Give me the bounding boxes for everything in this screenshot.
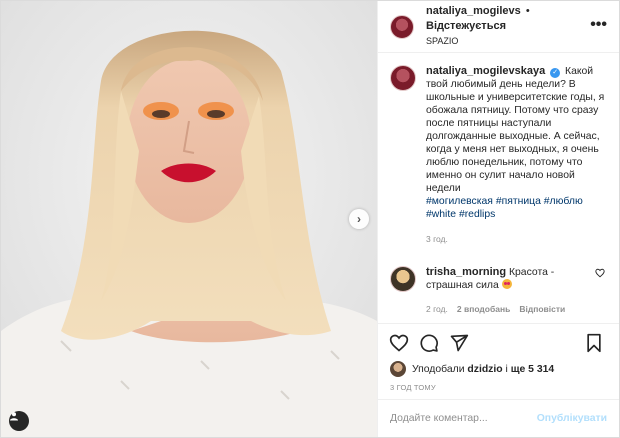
post-side-panel: nataliya_mogilevs • Відстежується SPAZIO… <box>377 1 619 437</box>
reply-button[interactable]: Відповісти <box>519 304 565 314</box>
caption-body: nataliya_mogilevskaya ✓ Какой твой любим… <box>426 65 607 246</box>
location-link[interactable]: SPAZIO <box>426 34 611 49</box>
header-text: nataliya_mogilevs • Відстежується SPAZIO <box>426 4 611 49</box>
like-button[interactable] <box>386 330 412 356</box>
hashtag-link[interactable]: #пятница <box>496 196 541 207</box>
comments-section: nataliya_mogilevskaya ✓ Какой твой любим… <box>378 53 619 323</box>
posted-time[interactable]: 3 ГОД ТОМУ <box>378 377 619 399</box>
verified-badge-icon: ✓ <box>550 68 561 78</box>
comment-icon <box>420 333 438 352</box>
likes-conjunction: і <box>505 363 508 375</box>
publish-button[interactable]: Опублікувати <box>537 413 607 424</box>
likes-summary: Уподобали dzidzio і ще 5 314 <box>378 361 619 377</box>
caption-avatar[interactable] <box>390 65 416 91</box>
caption-username[interactable]: nataliya_mogilevskaya <box>426 65 545 77</box>
header-separator: • <box>525 5 530 17</box>
share-icon <box>450 334 469 351</box>
hashtag-link[interactable]: #redlips <box>459 209 495 220</box>
liker-avatar[interactable] <box>390 361 406 377</box>
post-photo[interactable]: › <box>1 1 377 437</box>
tagged-users-button[interactable] <box>9 411 29 431</box>
following-button[interactable]: Відстежується <box>426 20 506 32</box>
action-bar <box>378 323 619 361</box>
add-comment-bar: Опублікувати <box>378 399 619 437</box>
hashtag-link[interactable]: #white <box>426 209 456 220</box>
comment-button[interactable] <box>416 330 442 356</box>
comment-username[interactable]: trisha_morning <box>426 266 506 278</box>
save-button[interactable] <box>581 330 607 356</box>
likes-prefix: Уподобали <box>412 363 465 375</box>
header-username[interactable]: nataliya_mogilevs <box>426 5 521 17</box>
user-tag-icon <box>10 412 18 421</box>
hashtag-link[interactable]: #могилевская <box>426 196 493 207</box>
commenter-avatar[interactable] <box>390 266 416 292</box>
liker-username[interactable]: dzidzio <box>467 364 502 375</box>
caption-time[interactable]: 3 год. <box>426 233 607 246</box>
share-button[interactable] <box>446 330 472 356</box>
caption-text: Какой твой любимый день недели? В школьн… <box>426 66 605 194</box>
caption: nataliya_mogilevskaya ✓ Какой твой любим… <box>390 65 607 246</box>
heart-eyes-emoji-icon <box>501 279 512 289</box>
comment-meta: 2 год. 2 вподобань Відповісти <box>426 304 607 314</box>
comment-body: trisha_morning Красота - страшная сила <box>426 266 596 292</box>
heart-icon <box>389 334 409 352</box>
comment-input[interactable] <box>390 413 537 424</box>
next-photo-button[interactable]: › <box>349 209 369 229</box>
hashtag-link[interactable]: #люблю <box>544 196 583 207</box>
comment-like-heart-icon[interactable] <box>595 268 605 278</box>
portrait-image <box>1 1 377 437</box>
instagram-post: › nataliya_mogilevs • Відстежується SPAZ… <box>0 0 620 438</box>
likes-count-link[interactable]: ще 5 314 <box>511 364 554 375</box>
author-avatar[interactable] <box>390 14 414 39</box>
more-options-icon[interactable]: ••• <box>590 16 607 34</box>
comment-item: trisha_morning Красота - страшная сила <box>390 266 607 292</box>
bookmark-icon <box>587 333 601 353</box>
comment-likes-count[interactable]: 2 вподобань <box>457 304 510 314</box>
post-header: nataliya_mogilevs • Відстежується SPAZIO… <box>378 1 619 53</box>
comment-time[interactable]: 2 год. <box>426 304 448 314</box>
